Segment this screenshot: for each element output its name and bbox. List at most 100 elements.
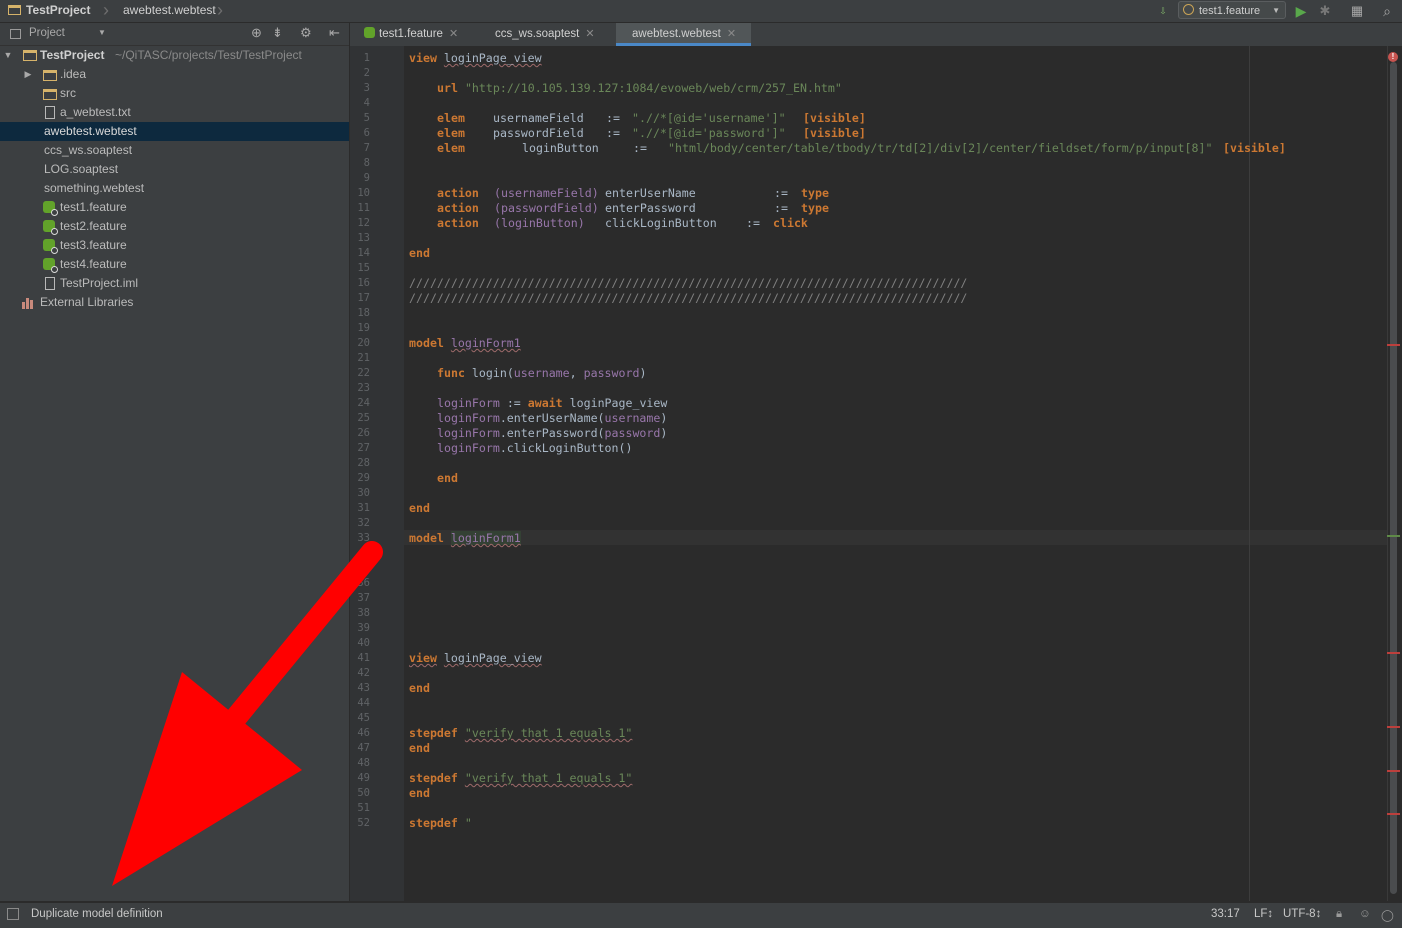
collapse-all-icon[interactable]: ⇟ xyxy=(272,25,283,41)
code-line: [visible] xyxy=(803,111,866,125)
code-line: enterPassword xyxy=(605,201,696,215)
tab-awebtest-webtest[interactable]: awebtest.webtest ✕ xyxy=(616,23,751,46)
code-line: := xyxy=(774,186,788,200)
tree-item-log-soaptest[interactable]: LOG.soaptest xyxy=(0,160,349,179)
chevron-down-icon[interactable]: ▼ xyxy=(98,28,106,37)
code-line: end xyxy=(409,501,430,515)
search-icon[interactable]: ⌕ xyxy=(1378,2,1396,20)
line-number: 32 xyxy=(357,517,370,529)
tree-item-testproject-iml[interactable]: TestProject.iml xyxy=(0,274,349,293)
code-line: (usernameField) xyxy=(494,186,599,200)
error-marker[interactable] xyxy=(1387,770,1400,772)
debug-icon[interactable]: ✱ xyxy=(1316,2,1334,20)
tree-item-ccs-ws-soaptest[interactable]: ccs_ws.soaptest xyxy=(0,141,349,160)
close-tab-icon[interactable]: ✕ xyxy=(585,28,594,40)
tree-item-idea[interactable]: ▶ .idea xyxy=(0,65,349,84)
code-line: type xyxy=(801,186,829,200)
code-line: view loginPage_view xyxy=(409,51,542,65)
breadcrumb-project[interactable]: TestProject xyxy=(8,3,90,17)
editor-tab-bar: test1.feature ✕ ccs_ws.soaptest ✕ awebtest… xyxy=(350,23,1402,47)
project-structure-icon[interactable]: ▦ xyxy=(1348,2,1366,20)
tree-item-src[interactable]: src xyxy=(0,84,349,103)
code-line: action xyxy=(437,201,479,215)
breadcrumb-file[interactable]: awebtest.webtest xyxy=(123,3,216,17)
tree-item-test2-feature[interactable]: test2.feature xyxy=(0,217,349,236)
project-view-selector[interactable]: Project xyxy=(29,27,65,39)
run-icon[interactable]: ▶ xyxy=(1292,2,1310,20)
tree-item-test1-feature[interactable]: test1.feature xyxy=(0,198,349,217)
library-icon xyxy=(22,296,36,309)
line-number: 26 xyxy=(357,427,370,439)
code-line: ".//*[@id='password']" xyxy=(632,126,786,140)
tree-item-test4-feature[interactable]: test4.feature xyxy=(0,255,349,274)
tree-item-something-webtest[interactable]: something.webtest xyxy=(0,179,349,198)
line-number: 49 xyxy=(357,772,370,784)
line-number: 40 xyxy=(357,637,370,649)
close-tab-icon[interactable]: ✕ xyxy=(727,28,736,40)
tree-item-awebtest-webtest[interactable]: awebtest.webtest xyxy=(0,122,349,141)
line-number: 42 xyxy=(357,667,370,679)
code-line: stepdef "verify that 1 equals 1" xyxy=(409,726,633,740)
line-number: 36 xyxy=(357,577,370,589)
error-marker[interactable] xyxy=(1387,344,1400,346)
tab-test1-feature[interactable]: test1.feature ✕ xyxy=(356,23,466,46)
event-log-icon[interactable]: ◯ xyxy=(1381,908,1394,922)
line-number: 52 xyxy=(357,817,370,829)
code-line: := xyxy=(606,111,620,125)
line-number: 20 xyxy=(357,337,370,349)
error-marker[interactable] xyxy=(1387,726,1400,728)
lock-icon[interactable]: 🔒︎ xyxy=(1336,908,1342,921)
code-line: action xyxy=(437,186,479,200)
project-folder-icon xyxy=(23,50,37,61)
line-number: 44 xyxy=(357,697,370,709)
breadcrumb-separator: › xyxy=(217,0,223,20)
code-line: end xyxy=(409,681,430,695)
folder-icon xyxy=(43,89,57,100)
line-separator-selector[interactable]: LF↕ xyxy=(1254,908,1273,920)
code-line: loginForm.clickLoginButton() xyxy=(437,441,633,455)
hide-panel-icon[interactable]: ⇤ xyxy=(329,25,340,41)
tree-item-test3-feature[interactable]: test3.feature xyxy=(0,236,349,255)
error-marker[interactable] xyxy=(1387,652,1400,654)
line-number: 7 xyxy=(363,142,370,154)
collapsed-arrow-icon[interactable]: ▶ xyxy=(23,65,33,84)
encoding-selector[interactable]: UTF-8↕ xyxy=(1283,908,1321,920)
caret-position[interactable]: 33:17 xyxy=(1211,908,1240,920)
inspector-icon[interactable]: ☺ xyxy=(1359,908,1371,920)
line-number: 10 xyxy=(357,187,370,199)
line-number: 4 xyxy=(363,97,370,109)
caret-marker xyxy=(1387,535,1400,537)
line-number: 19 xyxy=(357,322,370,334)
code-line: stepdef " xyxy=(409,816,472,830)
error-marker[interactable] xyxy=(1387,813,1400,815)
project-view-header: Project ▼ ⊕ ⇟ ⚙ ⇤ xyxy=(0,23,349,46)
line-number: 12 xyxy=(357,217,370,229)
tree-item-external-libraries[interactable]: External Libraries xyxy=(0,293,349,312)
tab-ccs-ws-soaptest[interactable]: ccs_ws.soaptest ✕ xyxy=(486,23,606,46)
code-line: elem xyxy=(437,126,465,140)
line-number: 39 xyxy=(357,622,370,634)
code-line: loginForm := await loginPage_view xyxy=(437,396,668,410)
code-line: (loginButton) xyxy=(494,216,585,230)
scroll-from-source-icon[interactable]: ⊕ xyxy=(251,25,262,41)
error-indicator-icon[interactable]: ! xyxy=(1388,52,1398,62)
tool-windows-icon[interactable] xyxy=(7,908,19,920)
code-line: view loginPage_view xyxy=(409,651,542,665)
line-number: 47 xyxy=(357,742,370,754)
folder-icon xyxy=(43,70,57,81)
breadcrumb-separator: › xyxy=(103,0,109,20)
code-line: := xyxy=(606,126,620,140)
line-number: 43 xyxy=(357,682,370,694)
code-line: elem xyxy=(437,111,465,125)
tree-item-testproject[interactable]: ▼ TestProject ~/QiTASC/projects/Test/Tes… xyxy=(0,46,349,65)
code-line: := xyxy=(746,216,760,230)
expanded-arrow-icon[interactable]: ▼ xyxy=(3,46,13,65)
line-number: 45 xyxy=(357,712,370,724)
run-configuration-selector[interactable]: test1.feature ▼ xyxy=(1178,1,1286,19)
close-tab-icon[interactable]: ✕ xyxy=(449,28,458,40)
build-icon[interactable]: ⇩ xyxy=(1154,2,1172,20)
tree-item-a-webtest-txt[interactable]: a_webtest.txt xyxy=(0,103,349,122)
cucumber-feature-icon xyxy=(364,27,375,38)
line-number: 5 xyxy=(363,112,370,124)
gear-icon[interactable]: ⚙ xyxy=(300,25,312,41)
